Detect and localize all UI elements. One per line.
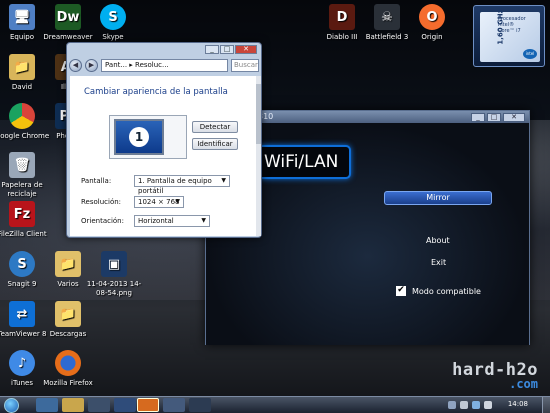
orientation-select[interactable]: Horizontal ▼ [134, 215, 210, 227]
cpu-gadget[interactable]: Procesador Intel® Core™ i7 1,60 GHz inte… [473, 5, 545, 67]
monitor-icon[interactable]: 1 [114, 119, 164, 155]
taskbar: 14:08 [0, 396, 550, 413]
scrollbar-thumb[interactable] [256, 84, 261, 144]
tray-flag-icon[interactable] [460, 401, 468, 409]
resolution-label: Resolución: [81, 198, 122, 206]
display-preview: 1 [109, 115, 187, 159]
tray-network-icon[interactable] [472, 401, 480, 409]
monitor-number: 1 [129, 127, 149, 147]
desktop-icon-skype[interactable]: S Skype [83, 4, 143, 42]
screen-resolution-window[interactable]: _ □ ✕ ◀ ▶ Pant... ▸ Resoluc... Buscar Ca… [66, 42, 262, 238]
maximize-button[interactable]: □ [487, 112, 501, 122]
user-folder-icon: 📁 [9, 54, 35, 80]
identify-button[interactable]: Identificar [192, 138, 238, 150]
desktop-icon-recycle-bin[interactable]: 🗑 Papelera de reciclaje [0, 152, 52, 199]
taskbar-media-icon[interactable] [88, 398, 110, 412]
orientation-select-value: Horizontal [138, 217, 174, 225]
taskbar-app-icon[interactable] [114, 398, 136, 412]
show-desktop-button[interactable] [542, 397, 550, 413]
battlefield-icon: ☠ [374, 4, 400, 30]
chevron-down-icon: ▼ [201, 217, 206, 224]
navigation-bar: ◀ ▶ Pant... ▸ Resoluc... Buscar [69, 57, 259, 73]
cpu-frequency: 1,60 GHz [496, 9, 505, 45]
diablo-icon: D [329, 4, 355, 30]
skype-icon: S [100, 4, 126, 30]
mirror-button[interactable]: Mirror [384, 191, 492, 205]
display-select-value: 1. Pantalla de equipo portátil [138, 177, 212, 195]
control-panel-content: Cambiar apariencia de la pantalla 1 Dete… [70, 76, 256, 236]
compat-mode-checkbox[interactable]: ✔ [396, 286, 406, 296]
start-button[interactable] [4, 398, 19, 413]
resolution-select-value: 1024 × 768 [138, 198, 180, 206]
compat-mode-label: Modo compatible [412, 286, 481, 296]
display-select[interactable]: 1. Pantalla de equipo portátil ▼ [134, 175, 230, 195]
firefox-icon [55, 350, 81, 376]
filezilla-icon: Fz [9, 201, 35, 227]
close-button[interactable]: ✕ [235, 45, 257, 54]
page-title: Cambiar apariencia de la pantalla [84, 87, 228, 97]
exit-link[interactable]: Exit [431, 258, 446, 267]
display-label: Pantalla: [81, 177, 112, 185]
about-link[interactable]: About [426, 236, 450, 245]
taskbar-clock[interactable]: 14:08 [508, 400, 528, 408]
watermark-line1: hard-h2o [452, 360, 538, 380]
desktop-icon-filezilla[interactable]: Fz FileZilla Client [0, 201, 52, 239]
teamviewer-icon: ⇄ [9, 301, 35, 327]
origin-icon: O [419, 4, 445, 30]
minimize-button[interactable]: _ [471, 112, 485, 122]
maximize-button[interactable]: □ [220, 45, 234, 54]
window-controls: _ □ ✕ [205, 45, 257, 54]
tray-arrow-icon[interactable] [448, 401, 456, 409]
back-button[interactable]: ◀ [69, 58, 82, 72]
desktop-icon-descargas[interactable]: 📁 Descargas [38, 301, 98, 339]
chevron-down-icon: ▼ [175, 198, 180, 205]
taskbar-ie-icon[interactable] [36, 398, 58, 412]
wifi-lan-banner: WiFi/LAN [256, 145, 351, 179]
taskbar-active-app-icon[interactable] [137, 398, 159, 412]
desktop-icon-screenshot-png[interactable]: ▣ 11-04-2013 14-08-54.png [84, 251, 144, 298]
site-watermark: hard-h2o .com [452, 360, 538, 392]
dreamweaver-icon: Dw [55, 4, 81, 30]
folder-icon: 📁 [55, 251, 81, 277]
chrome-icon [9, 103, 35, 129]
chevron-down-icon: ▼ [221, 177, 226, 184]
taskbar-control-panel-icon[interactable] [163, 398, 185, 412]
tray-volume-icon[interactable] [484, 401, 492, 409]
desktop-icon-firefox[interactable]: Mozilla Firefox [38, 350, 98, 388]
image-file-icon: ▣ [101, 251, 127, 277]
downloads-folder-icon: 📁 [55, 301, 81, 327]
forward-button[interactable]: ▶ [85, 58, 98, 72]
snagit-icon: S [9, 251, 35, 277]
close-button[interactable]: ✕ [503, 112, 525, 122]
computer-icon: 🖥 [9, 4, 35, 30]
itunes-icon: ♪ [9, 350, 35, 376]
cpu-chip: Procesador Intel® Core™ i7 1,60 GHz inte… [480, 9, 540, 62]
desktop-icon-origin[interactable]: O Origin [402, 4, 462, 42]
intel-logo-icon: intel [523, 49, 537, 59]
taskbar-explorer-icon[interactable] [62, 398, 84, 412]
resolution-select[interactable]: 1024 × 768 ▼ [134, 196, 184, 208]
orientation-label: Orientación: [81, 217, 124, 225]
vertical-scrollbar[interactable] [256, 76, 261, 236]
search-input[interactable]: Buscar [231, 58, 259, 72]
compat-mode-row[interactable]: ✔ Modo compatible [396, 286, 481, 296]
address-bar[interactable]: Pant... ▸ Resoluc... [101, 58, 228, 72]
minimize-button[interactable]: _ [205, 45, 219, 54]
recycle-bin-icon: 🗑 [9, 152, 35, 178]
detect-button[interactable]: Detectar [192, 121, 238, 133]
taskbar-wifi-app-icon[interactable] [189, 398, 211, 412]
